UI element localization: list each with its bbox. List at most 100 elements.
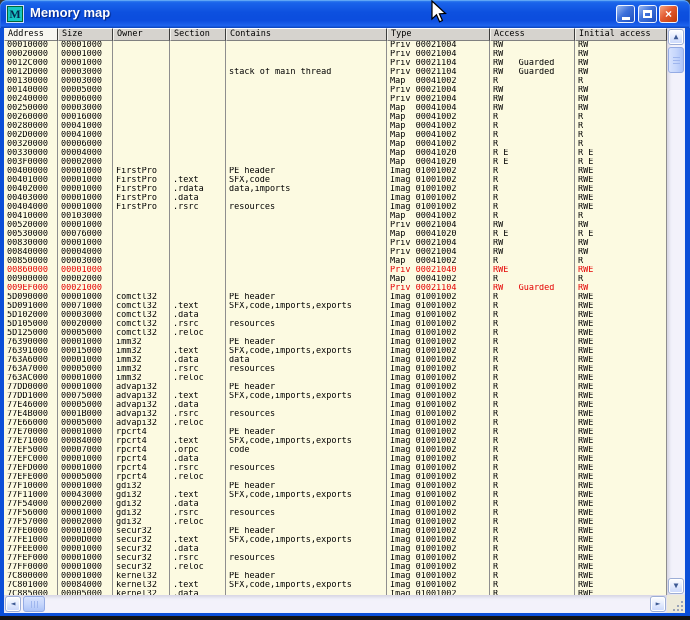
maximize-button[interactable] [638,5,657,23]
table-row[interactable]: 5D090000 00001000 comctl32 PE header Ima… [4,293,667,302]
column-header-type[interactable]: Type [387,28,490,41]
table-row[interactable]: 00403000 00001000 FirstPro .data Imag 01… [4,194,667,203]
table-row[interactable]: 0012C000 00001000 Priv 00021104 RW Guard… [4,59,667,68]
table-row[interactable]: 00260000 00016000 Map 00041002 R R [4,113,667,122]
table-row[interactable]: 77FE1000 0000D000 secur32 .text SFX,code… [4,536,667,545]
table-row[interactable]: 00010000 00001000 Priv 00021004 RW RW [4,41,667,50]
table-row[interactable]: 00280000 00041000 Map 00041002 R R [4,122,667,131]
table-row[interactable]: 00410000 00103000 Map 00041002 R R [4,212,667,221]
table-row[interactable]: 5D091000 00071000 comctl32 .text SFX,cod… [4,302,667,311]
table-row[interactable]: 00530000 00076000 Map 00041020 R E R E [4,230,667,239]
table-row[interactable]: 77E4B000 0001B000 advapi32 .rsrc resourc… [4,410,667,419]
table-row[interactable]: 002D0000 00041000 Map 00041002 R R [4,131,667,140]
table-row[interactable]: 77EFE000 00005000 rpcrt4 .reloc Imag 010… [4,473,667,482]
table-row[interactable]: 00400000 00001000 FirstPro PE header Ima… [4,167,667,176]
scroll-up-button[interactable]: ▲ [668,29,684,45]
table-row[interactable]: 77EF5000 00007000 rpcrt4 .orpc code Imag… [4,446,667,455]
column-header-owner[interactable]: Owner [113,28,170,41]
cell-access: RW [490,86,575,95]
table-row[interactable]: 7C800000 00001000 kernel32 PE header Ima… [4,572,667,581]
table-row[interactable]: 77DD1000 00075000 advapi32 .text SFX,cod… [4,392,667,401]
titlebar[interactable]: M Memory map × [0,0,690,28]
table-row[interactable]: 77FE0000 00001000 secur32 PE header Imag… [4,527,667,536]
cell-access: R [490,347,575,356]
table-row[interactable]: 00020000 00001000 Priv 00021004 RW RW [4,50,667,59]
cell-type: Imag 01001002 [387,527,490,536]
cell-type: Imag 01001002 [387,347,490,356]
table-row[interactable]: 00404000 00001000 FirstPro .rsrc resourc… [4,203,667,212]
cell-address: 00900000 [4,275,58,284]
table-row[interactable]: 7C801000 00084000 kernel32 .text SFX,cod… [4,581,667,590]
table-row[interactable]: 5D105000 00020000 comctl32 .rsrc resourc… [4,320,667,329]
table-row[interactable]: 77F57000 00002000 gdi32 .reloc Imag 0100… [4,518,667,527]
cell-access: R [490,572,575,581]
table-row[interactable]: 5D102000 00003000 comctl32 .data Imag 01… [4,311,667,320]
cell-address: 00410000 [4,212,58,221]
table-row[interactable]: 00860000 00001000 Priv 00021040 RWE RWE [4,266,667,275]
table-row[interactable]: 77F10000 00001000 gdi32 PE header Imag 0… [4,482,667,491]
table-row[interactable]: 00320000 00006000 Map 00041002 R R [4,140,667,149]
resize-grip[interactable] [681,609,683,611]
table-row[interactable]: 77F56000 00001000 gdi32 .rsrc resources … [4,509,667,518]
cell-access: R [490,455,575,464]
table-row[interactable]: 0012D000 00003000 stack of main thread P… [4,68,667,77]
column-header-section[interactable]: Section [170,28,226,41]
cell-owner [113,230,170,239]
close-button[interactable]: × [659,5,678,23]
table-row[interactable]: 77E46000 00005000 advapi32 .data Imag 01… [4,401,667,410]
table-row[interactable]: 77DD0000 00001000 advapi32 PE header Ima… [4,383,667,392]
table-row[interactable]: 77EFD000 00001000 rpcrt4 .rsrc resources… [4,464,667,473]
cell-section [170,284,226,293]
column-header-contains[interactable]: Contains [226,28,387,41]
table-row[interactable]: 763A7000 00005000 imm32 .rsrc resources … [4,365,667,374]
table-row[interactable]: 00520000 00001000 Priv 00021004 RW RW [4,221,667,230]
vertical-scroll-thumb[interactable] [668,47,684,73]
table-row[interactable]: 76391000 00015000 imm32 .text SFX,code,i… [4,347,667,356]
column-header-initial-access[interactable]: Initial access [575,28,667,41]
table-row[interactable]: 00240000 00006000 Priv 00021004 RW RW [4,95,667,104]
table-row[interactable]: 77FEE000 00001000 secur32 .data Imag 010… [4,545,667,554]
table-row[interactable]: 00130000 00003000 Map 00041002 R R [4,77,667,86]
cell-section: .data [170,401,226,410]
table-row[interactable]: 00840000 00004000 Priv 00021004 RW RW [4,248,667,257]
table-row[interactable]: 77F11000 00043000 gdi32 .text SFX,code,i… [4,491,667,500]
table-row[interactable]: 763A6000 00001000 imm32 .data data Imag … [4,356,667,365]
table-row[interactable]: 00830000 00001000 Priv 00021004 RW RW [4,239,667,248]
table-row[interactable]: 00140000 00005000 Priv 00021004 RW RW [4,86,667,95]
table-row[interactable]: 009EF000 00021000 Priv 00021104 RW Guard… [4,284,667,293]
table-row[interactable]: 00850000 00003000 Map 00041002 R R [4,257,667,266]
scroll-down-button[interactable]: ▼ [668,578,684,594]
cell-section: .data [170,500,226,509]
cell-initial-access: RW [575,239,667,248]
table-row[interactable]: 77E66000 00005000 advapi32 .reloc Imag 0… [4,419,667,428]
table-row[interactable]: 763AC000 00001000 imm32 .reloc Imag 0100… [4,374,667,383]
cell-size: 00001000 [58,194,113,203]
table-row[interactable]: 77FEF000 00001000 secur32 .rsrc resource… [4,554,667,563]
column-header-size[interactable]: Size [58,28,113,41]
cell-address: 77F54000 [4,500,58,509]
table-row[interactable]: 77FF0000 00001000 secur32 .reloc Imag 01… [4,563,667,572]
column-header-access[interactable]: Access [490,28,575,41]
table-row[interactable]: 00401000 00001000 FirstPro .text SFX,cod… [4,176,667,185]
table-row[interactable]: 77EFC000 00001000 rpcrt4 .data Imag 0100… [4,455,667,464]
scroll-left-button[interactable]: ◄ [5,596,21,612]
cell-address: 00130000 [4,77,58,86]
horizontal-scroll-thumb[interactable] [23,596,45,612]
table-row[interactable]: 5D125000 00005000 comctl32 .reloc Imag 0… [4,329,667,338]
scroll-right-button[interactable]: ► [650,596,666,612]
table-row[interactable]: 00402000 00001000 FirstPro .rdata data,i… [4,185,667,194]
vertical-scrollbar[interactable]: ▲ ▼ [667,28,685,595]
table-row[interactable]: 003F0000 00002000 Map 00041020 R E R E [4,158,667,167]
table-row[interactable]: 00900000 00002000 Map 00041002 R R [4,275,667,284]
horizontal-scrollbar[interactable]: ◄ ► [4,595,667,613]
table-row[interactable]: 77E70000 00001000 rpcrt4 PE header Imag … [4,428,667,437]
column-header-address[interactable]: Address [4,28,58,41]
table-row[interactable]: 00250000 00003000 Map 00041004 RW RW [4,104,667,113]
cell-size: 00002000 [58,158,113,167]
cell-initial-access: RWE [575,410,667,419]
minimize-button[interactable] [616,5,635,23]
table-row[interactable]: 00330000 00004000 Map 00041020 R E R E [4,149,667,158]
table-row[interactable]: 76390000 00001000 imm32 PE header Imag 0… [4,338,667,347]
table-row[interactable]: 77E71000 00084000 rpcrt4 .text SFX,code,… [4,437,667,446]
table-row[interactable]: 77F54000 00002000 gdi32 .data Imag 01001… [4,500,667,509]
